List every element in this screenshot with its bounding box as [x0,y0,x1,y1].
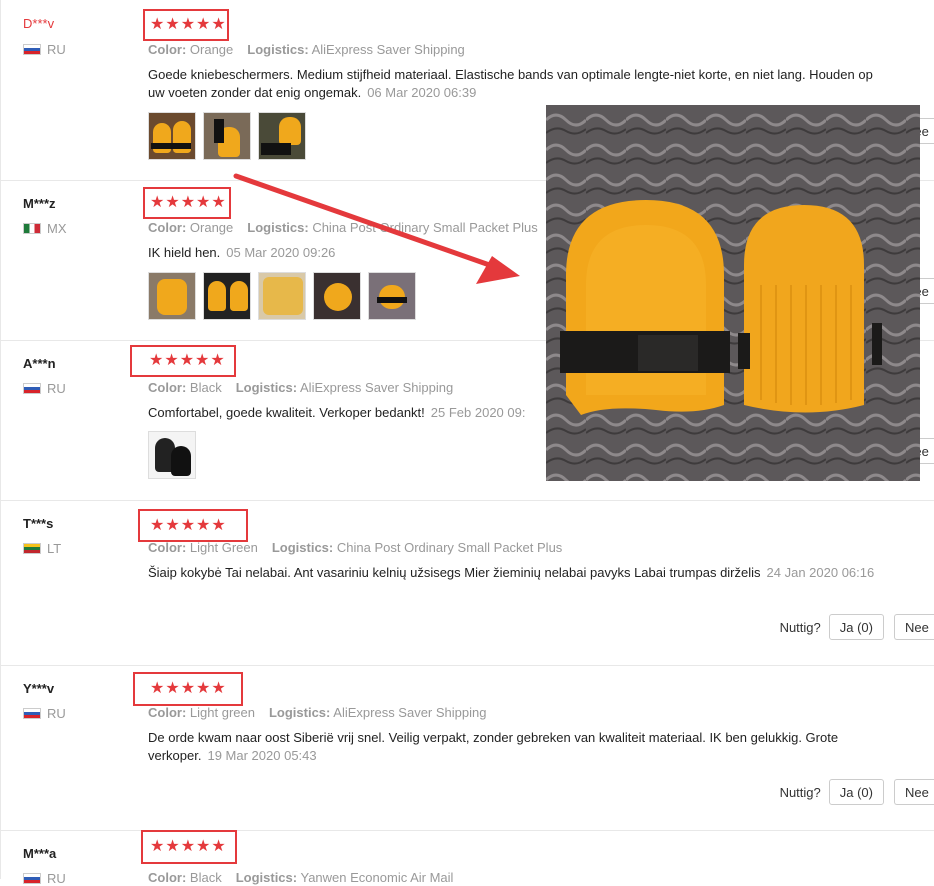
star-icon: ★ [150,838,165,855]
review-photo-thumb[interactable] [258,272,306,320]
star-icon: ★ [150,16,165,33]
review-text: Goede kniebeschermers. Medium stijfheid … [148,67,873,100]
review-photo-thumb[interactable] [148,272,196,320]
star-icon: ★ [165,16,180,33]
star-icon: ★ [196,680,211,697]
helpful-label: Nuttig? [779,619,821,635]
order-meta: Color: Black Logistics: Yanwen Economic A… [148,870,454,885]
review-photo-thumb[interactable] [203,272,251,320]
flag-icon [23,543,41,554]
review-date: 05 Mar 2020 09:26 [226,245,336,260]
review-photo-thumb[interactable] [203,112,251,160]
reviewer-country: RU [23,42,66,57]
star-icon: ★ [210,352,225,369]
star-icon: ★ [165,516,180,534]
star-icon: ★ [165,194,180,211]
star-icon: ★ [211,16,226,33]
review-item: Y***v RU ★ ★ ★ ★ ★ Color: Light green Logisti… [0,665,934,831]
order-meta: Color: Orange Logistics: China Post Ordin… [148,220,538,235]
reviewer-name: Y***v [23,681,55,696]
helpful-no-button[interactable]: Nee [894,779,934,805]
reviewer-country: MX [23,221,67,236]
reviewer-name: M***z [23,196,56,211]
star-rating: ★ ★ ★ ★ ★ [130,345,236,377]
order-meta: Color: Black Logistics: AliExpress Saver … [148,380,454,395]
reviewer-country: LT [23,541,61,556]
star-icon: ★ [165,838,180,855]
review-photo-thumb[interactable] [258,112,306,160]
star-icon: ★ [179,352,195,369]
review-date: 24 Jan 2020 06:16 [766,565,875,580]
star-icon: ★ [196,516,211,534]
star-icon: ★ [180,680,196,697]
flag-icon [23,708,41,719]
reviewer-country: RU [23,706,66,721]
star-icon: ★ [150,194,165,211]
star-rating: ★ ★ ★ ★ ★ [141,830,237,864]
review-text: Šiaip kokybė Tai nelabai. Ant vasariniu … [148,565,875,580]
review-date: 25 Feb 2020 09: [430,405,526,420]
helpful-bar: Nuttig? Ja (0) Nee [780,779,934,805]
star-rating: ★ ★ ★ ★ ★ [143,187,231,219]
reviewer-name: A***n [23,356,56,371]
star-icon: ★ [196,16,211,33]
order-meta: Color: Light green Logistics: AliExpress … [148,705,487,720]
helpful-no-button[interactable]: Nee [894,614,934,640]
star-icon: ★ [180,838,196,855]
review-item: T***s LT ★ ★ ★ ★ ★ Color: Light Green Logisti… [0,500,934,666]
reviewer-country: RU [23,381,66,396]
star-icon: ★ [165,680,180,697]
star-icon: ★ [149,352,164,369]
star-rating: ★ ★ ★ ★ ★ [133,672,243,706]
review-photo-thumb[interactable] [368,272,416,320]
order-meta: Color: Light Green Logistics: China Post … [148,540,563,555]
knee-pads-photo [546,105,920,481]
star-icon: ★ [211,516,226,534]
star-icon: ★ [211,680,226,697]
helpful-yes-button[interactable]: Ja (0) [828,614,884,640]
star-icon: ★ [150,516,165,534]
flag-icon [23,223,41,234]
review-photo-thumb[interactable] [313,272,361,320]
reviewer-name: M***a [23,846,57,861]
review-photos [148,431,203,479]
star-icon: ★ [180,194,196,211]
star-icon: ★ [211,194,226,211]
star-icon: ★ [196,838,211,855]
star-rating: ★ ★ ★ ★ ★ [138,509,248,542]
review-photos [148,272,423,320]
photo-preview[interactable] [546,105,920,481]
review-photo-thumb[interactable] [148,112,196,160]
flag-icon [23,383,41,394]
star-icon: ★ [180,16,196,33]
review-date: 19 Mar 2020 05:43 [207,748,317,763]
helpful-bar: Nuttig? Ja (0) Nee [780,614,934,640]
star-rating: ★ ★ ★ ★ ★ [143,9,229,41]
flag-icon [23,44,41,55]
review-photo-thumb[interactable] [148,431,196,479]
review-item: M***a RU ★ ★ ★ ★ ★ Color: Black Logistics: Ya… [0,830,934,886]
order-meta: Color: Orange Logistics: AliExpress Saver… [148,42,465,57]
helpful-yes-button[interactable]: Ja (0) [828,779,884,805]
review-date: 06 Mar 2020 06:39 [367,85,477,100]
star-icon: ★ [211,838,226,855]
star-icon: ★ [180,516,196,534]
review-text: De orde kwam naar oost Siberië vrij snel… [148,730,839,763]
star-icon: ★ [195,352,210,369]
review-photos [148,112,313,160]
star-icon: ★ [164,352,179,369]
reviewer-name: T***s [23,516,54,531]
reviewer-name: D***v [23,16,55,31]
star-icon: ★ [196,194,211,211]
helpful-label: Nuttig? [779,784,821,800]
star-icon: ★ [150,680,165,697]
